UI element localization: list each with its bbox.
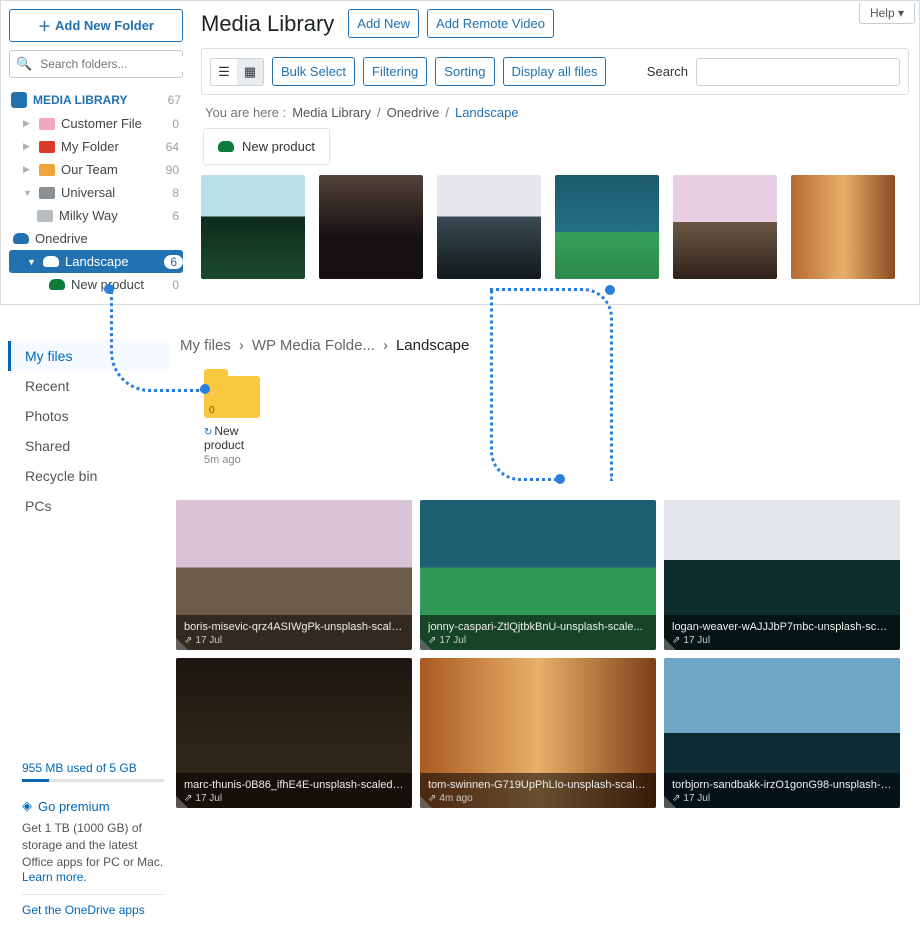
folder-icon <box>39 118 55 130</box>
chevron-right-icon: ▶ <box>23 118 33 129</box>
file-tile[interactable]: boris-misevic-qrz4ASIWgPk-unsplash-scale… <box>176 500 412 650</box>
onedrive-app: My files Recent Photos Shared Recycle bi… <box>0 333 920 925</box>
share-icon: ⇗ <box>672 793 680 804</box>
media-library-app: ＋ Add New Folder 🔍 MEDIA LIBRARY 67 ▶Cus… <box>0 0 920 305</box>
add-folder-button[interactable]: ＋ Add New Folder <box>9 9 183 42</box>
media-search-input[interactable] <box>696 58 900 86</box>
filtering-button[interactable]: Filtering <box>363 57 427 86</box>
nav-my-files[interactable]: My files <box>8 341 170 371</box>
page-title: Media Library <box>201 11 334 37</box>
share-icon: ⇗ <box>428 635 436 646</box>
share-icon: ⇗ <box>428 793 436 804</box>
file-tile[interactable]: torbjorn-sandbakk-irzO1gonG98-unsplash-s… <box>664 658 900 808</box>
share-icon: ⇗ <box>184 635 192 646</box>
cloud-icon <box>13 233 29 244</box>
media-thumbnail[interactable] <box>437 175 541 279</box>
nav-shared[interactable]: Shared <box>8 431 170 461</box>
nav-pcs[interactable]: PCs <box>8 491 170 521</box>
root-count: 67 <box>168 93 181 107</box>
sidebar-item-milky-way[interactable]: Milky Way 6 <box>9 204 183 227</box>
display-all-button[interactable]: Display all files <box>503 57 607 86</box>
breadcrumb-current: Landscape <box>396 337 469 354</box>
file-tile[interactable]: logan-weaver-wAJJJbP7mbc-unsplash-scaled… <box>664 500 900 650</box>
breadcrumb-link[interactable]: Onedrive <box>387 105 440 120</box>
sidebar-item-customer-file[interactable]: ▶Customer File 0 <box>9 112 183 135</box>
folder-icon <box>37 210 53 222</box>
nav-photos[interactable]: Photos <box>8 401 170 431</box>
nav-recent[interactable]: Recent <box>8 371 170 401</box>
file-grid: boris-misevic-qrz4ASIWgPk-unsplash-scale… <box>176 500 914 808</box>
chevron-right-icon: › <box>383 337 388 354</box>
onedrive-main: My files › WP Media Folde... › Landscape… <box>170 333 920 925</box>
breadcrumb-link[interactable]: WP Media Folde... <box>252 337 375 354</box>
sorting-button[interactable]: Sorting <box>435 57 494 86</box>
chevron-down-icon: ▼ <box>23 188 33 198</box>
breadcrumb-current: Landscape <box>455 105 519 120</box>
add-folder-label: Add New Folder <box>55 18 154 33</box>
media-thumbnail[interactable] <box>673 175 777 279</box>
thumbnail-grid <box>201 175 909 279</box>
share-icon: ⇗ <box>184 793 192 804</box>
file-tile[interactable]: marc-thunis-0B86_ifhE4E-unsplash-scaled-… <box>176 658 412 808</box>
premium-desc: Get 1 TB (1000 GB) of storage and the la… <box>22 820 164 870</box>
add-new-button[interactable]: Add New <box>348 9 419 38</box>
folder-chip-new-product[interactable]: New product <box>203 128 330 165</box>
onedrive-breadcrumb: My files › WP Media Folde... › Landscape <box>180 337 914 354</box>
folder-icon <box>39 141 55 153</box>
quota-link[interactable]: 955 MB used of 5 GB <box>22 761 137 775</box>
diamond-icon: ◈ <box>22 798 32 814</box>
root-label: MEDIA LIBRARY <box>33 93 127 107</box>
learn-more-link[interactable]: Learn more. <box>22 870 87 884</box>
grid-view-button[interactable]: ▦ <box>237 59 263 85</box>
file-tile[interactable]: tom-swinnen-G719UpPhLIo-unsplash-scaled-… <box>420 658 656 808</box>
search-icon: 🔍 <box>16 56 32 72</box>
sidebar-item-landscape[interactable]: ▼Landscape 6 <box>9 250 183 273</box>
sidebar-item-our-team[interactable]: ▶Our Team 90 <box>9 158 183 181</box>
main-panel: Help ▾ Media Library Add New Add Remote … <box>191 1 919 304</box>
media-thumbnail[interactable] <box>319 175 423 279</box>
toolbar: ☰ ▦ Bulk Select Filtering Sorting Displa… <box>201 48 909 95</box>
folder-icon <box>39 164 55 176</box>
media-thumbnail[interactable] <box>555 175 659 279</box>
search-folders-input[interactable] <box>38 56 197 72</box>
nav-recycle-bin[interactable]: Recycle bin <box>8 461 170 491</box>
search-label: Search <box>647 64 688 79</box>
sidebar-item-new-product[interactable]: New product 0 <box>9 273 183 296</box>
sync-icon: ↻ <box>204 427 212 438</box>
folder-icon <box>39 187 55 199</box>
search-folders-input-wrap[interactable]: 🔍 <box>9 50 183 78</box>
breadcrumb-link[interactable]: My files <box>180 337 231 354</box>
get-apps-link[interactable]: Get the OneDrive apps <box>22 903 145 917</box>
help-button[interactable]: Help ▾ <box>859 3 915 24</box>
list-view-button[interactable]: ☰ <box>211 59 237 85</box>
plus-icon: ＋ <box>38 16 51 35</box>
media-thumbnail[interactable] <box>791 175 895 279</box>
chevron-right-icon: › <box>239 337 244 354</box>
breadcrumb: You are here : Media Library/ Onedrive/ … <box>205 105 905 120</box>
sidebar-item-onedrive[interactable]: Onedrive <box>9 227 183 250</box>
sidebar-item-my-folder[interactable]: ▶My Folder 64 <box>9 135 183 158</box>
sidebar: ＋ Add New Folder 🔍 MEDIA LIBRARY 67 ▶Cus… <box>1 1 191 304</box>
cloud-icon <box>49 279 65 290</box>
quota-bar <box>22 779 164 782</box>
onedrive-sidebar: My files Recent Photos Shared Recycle bi… <box>0 333 170 925</box>
folder-new-product[interactable]: 0 ↻New product 5m ago <box>204 376 274 466</box>
cloud-icon <box>43 256 59 267</box>
breadcrumb-link[interactable]: Media Library <box>292 105 371 120</box>
go-premium-link[interactable]: ◈ Go premium <box>22 798 164 814</box>
sidebar-item-universal[interactable]: ▼Universal 8 <box>9 181 183 204</box>
folder-icon: 0 <box>204 376 260 418</box>
sidebar-footer: 955 MB used of 5 GB ◈ Go premium Get 1 T… <box>8 761 170 917</box>
sidebar-root-media-library[interactable]: MEDIA LIBRARY 67 <box>9 88 183 112</box>
library-icon <box>11 92 27 108</box>
add-remote-video-button[interactable]: Add Remote Video <box>427 9 554 38</box>
file-tile[interactable]: jonny-caspari-ZtlQjtbkBnU-unsplash-scale… <box>420 500 656 650</box>
bulk-select-button[interactable]: Bulk Select <box>272 57 355 86</box>
media-thumbnail[interactable] <box>201 175 305 279</box>
share-icon: ⇗ <box>672 635 680 646</box>
view-toggle: ☰ ▦ <box>210 58 264 86</box>
cloud-icon <box>218 141 234 152</box>
